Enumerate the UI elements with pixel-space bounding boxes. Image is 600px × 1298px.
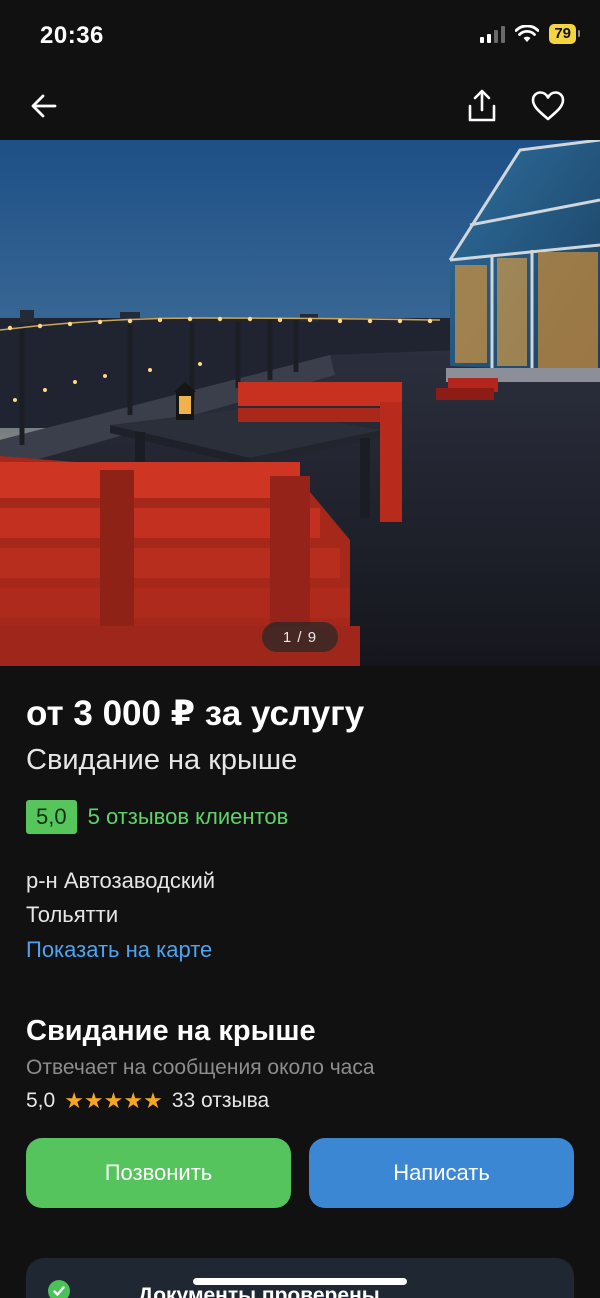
status-icons: 79 bbox=[480, 24, 580, 44]
seller-reviews-count: 33 отзыва bbox=[171, 1089, 270, 1112]
action-buttons: Позвонить Написать bbox=[26, 1138, 574, 1208]
wifi-icon bbox=[515, 25, 540, 42]
rooftop-photo bbox=[0, 140, 600, 666]
back-arrow-icon bbox=[31, 94, 57, 118]
share-icon bbox=[468, 89, 496, 122]
listing-title: Свидание на крыше bbox=[26, 744, 298, 776]
rating-badge: 5,0 bbox=[26, 800, 77, 834]
listing-price: от 3 000 ₽ за услугу bbox=[26, 694, 365, 733]
battery-icon: 79 bbox=[549, 24, 580, 44]
hero-photo[interactable] bbox=[0, 140, 600, 666]
listing-city: Тольятти bbox=[26, 902, 119, 927]
seller-rating-value: 5,0 bbox=[26, 1089, 56, 1112]
heart-icon bbox=[531, 91, 565, 121]
write-button[interactable]: Написать bbox=[309, 1138, 574, 1208]
star-rating-icon: ★★★★★ bbox=[64, 1088, 163, 1113]
share-button[interactable] bbox=[460, 84, 504, 128]
check-icon bbox=[48, 1280, 70, 1298]
home-indicator[interactable] bbox=[193, 1278, 407, 1285]
call-button[interactable]: Позвонить bbox=[26, 1138, 291, 1208]
status-bar: 20:36 79 bbox=[0, 0, 600, 72]
status-time: 20:36 bbox=[40, 22, 104, 49]
rating-row: 5,0 5 отзывов клиентов bbox=[26, 800, 574, 834]
signal-icon bbox=[480, 25, 506, 43]
top-nav bbox=[0, 72, 600, 140]
show-on-map-link[interactable]: Показать на карте bbox=[26, 932, 574, 968]
listing-info: от 3 000 ₽ за услугу Свидание на крыше 5… bbox=[26, 690, 574, 1118]
reviews-link[interactable]: 5 отзывов клиентов bbox=[88, 804, 289, 830]
seller-response-time: Отвечает на сообщения около часа bbox=[26, 1056, 375, 1079]
back-button[interactable] bbox=[22, 84, 66, 128]
photo-counter: 1 / 9 bbox=[262, 622, 338, 652]
seller-rating-row[interactable]: 5,0 ★★★★★ 33 отзыва bbox=[26, 1084, 574, 1118]
documents-verified-text: Документы проверены bbox=[138, 1284, 380, 1298]
favorite-button[interactable] bbox=[526, 84, 570, 128]
seller-name[interactable]: Свидание на крыше bbox=[26, 1010, 574, 1052]
listing-district: р-н Автозаводский bbox=[26, 868, 216, 893]
